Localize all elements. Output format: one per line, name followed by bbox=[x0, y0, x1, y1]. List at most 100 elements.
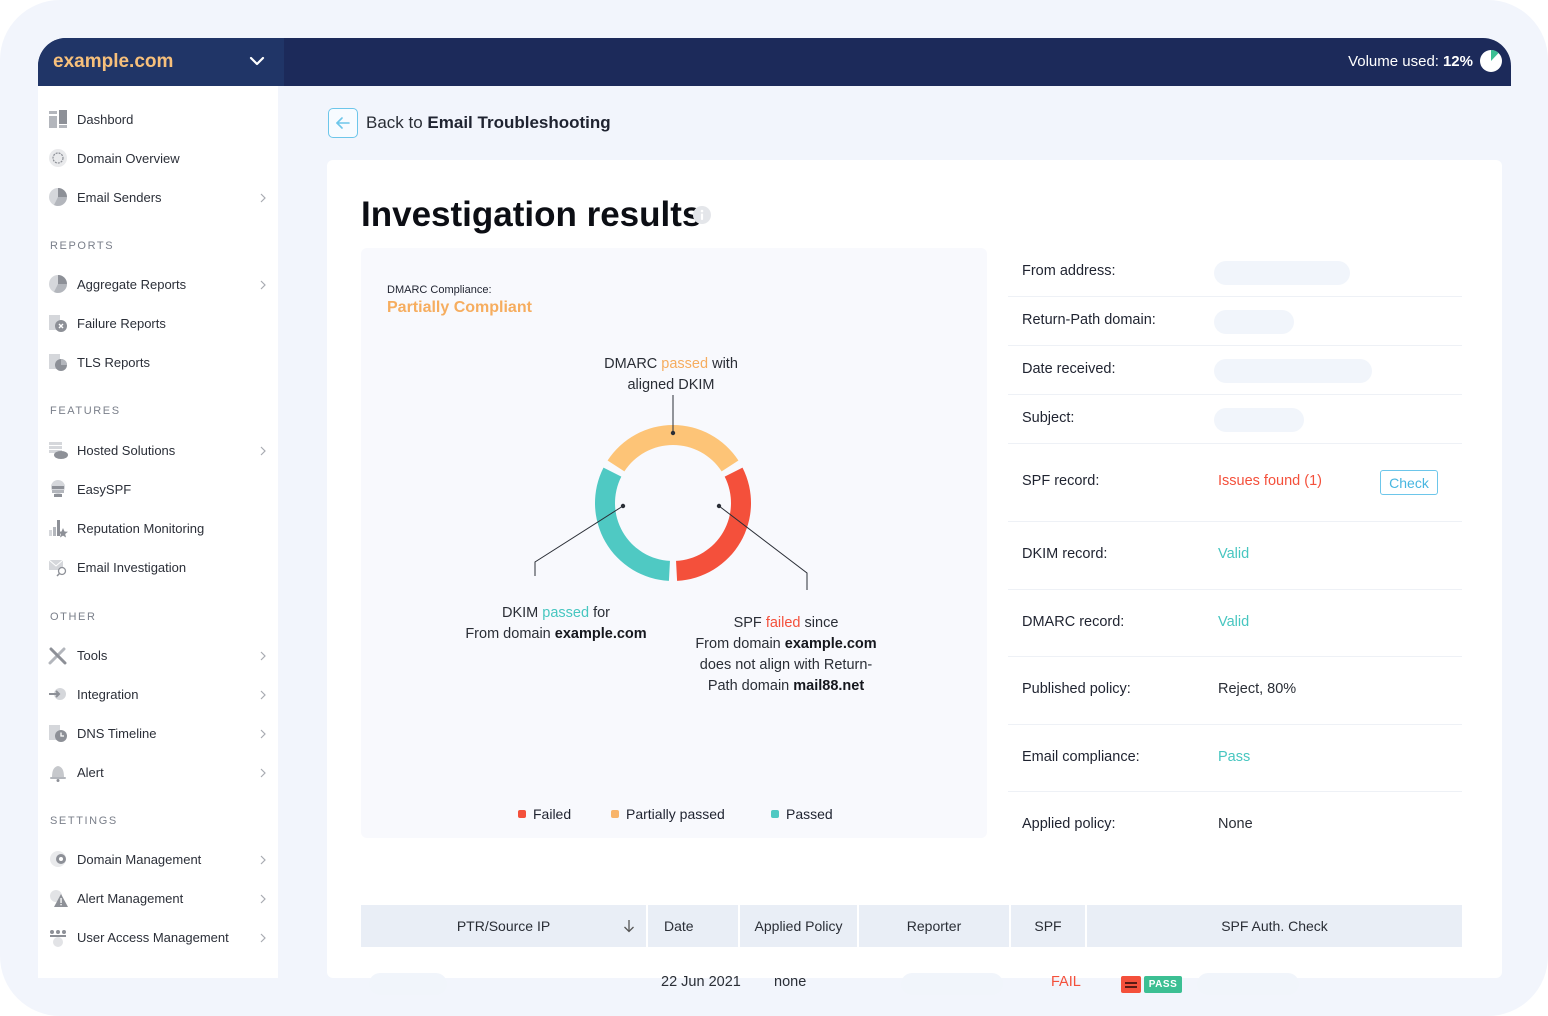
reputation-icon bbox=[48, 518, 68, 538]
sidebar-item-dashbord[interactable]: Dashbord bbox=[48, 104, 274, 134]
sidebar-item-user-access-management[interactable]: User Access Management bbox=[48, 922, 274, 952]
detail-value: Issues found (1) bbox=[1218, 473, 1322, 489]
detail-row-dkim-record: DKIM record: Valid bbox=[1008, 522, 1462, 590]
sidebar-item-reputation-monitoring[interactable]: Reputation Monitoring bbox=[48, 513, 274, 543]
spf-auth-badge: PASS bbox=[1144, 976, 1182, 993]
sidebar-item-alert[interactable]: Alert bbox=[48, 757, 274, 787]
dns-timeline-icon bbox=[48, 723, 68, 743]
sidebar-section-settings: SETTINGS bbox=[50, 815, 118, 827]
detail-value: None bbox=[1218, 816, 1253, 832]
sidebar-section-reports: REPORTS bbox=[50, 240, 115, 252]
cell-date: 22 Jun 2021 bbox=[661, 974, 741, 990]
bell-icon bbox=[48, 762, 68, 782]
column-header-reporter[interactable]: Reporter bbox=[859, 905, 1009, 947]
back-button[interactable] bbox=[328, 108, 358, 138]
redacted-value bbox=[1214, 407, 1304, 432]
sidebar-section-features: FEATURES bbox=[50, 405, 121, 417]
volume-label: Volume used: bbox=[1348, 52, 1439, 70]
legend-swatch bbox=[611, 810, 619, 818]
domain-selector[interactable]: example.com bbox=[38, 38, 284, 86]
column-header-spf-auth-check[interactable]: SPF Auth. Check bbox=[1087, 905, 1462, 947]
detail-row-spf-record: SPF record: Issues found (1) Check bbox=[1008, 444, 1462, 522]
column-header-spf[interactable]: SPF bbox=[1011, 905, 1085, 947]
spf-auth-redacted bbox=[1197, 973, 1299, 995]
results-card: Investigation results DMARC Compliance: … bbox=[327, 160, 1502, 995]
arrow-left-icon bbox=[336, 117, 350, 129]
volume-pie-icon bbox=[1480, 50, 1502, 72]
spf-equal-icon bbox=[1121, 976, 1141, 993]
column-header-applied-policy[interactable]: Applied Policy bbox=[740, 905, 857, 947]
integration-icon bbox=[48, 684, 68, 704]
compliance-chart-panel: DMARC Compliance: Partially Compliant DM… bbox=[361, 248, 987, 838]
donut-segment-passed bbox=[595, 467, 670, 581]
sidebar-item-tools[interactable]: Tools bbox=[48, 640, 274, 670]
back-link[interactable]: Back to Email Troubleshooting bbox=[366, 113, 611, 133]
sidebar-item-label: Alert bbox=[77, 764, 104, 780]
easyspf-icon bbox=[48, 479, 68, 499]
table-header: PTR/Source IP Date Applied Policy Report… bbox=[361, 905, 1462, 947]
chevron-right-icon bbox=[258, 931, 268, 943]
legend-item-passed: Passed bbox=[771, 806, 833, 822]
back-prefix: Back to bbox=[366, 113, 428, 132]
chevron-right-icon bbox=[258, 688, 268, 700]
detail-row-from-address: From address: bbox=[1008, 248, 1462, 297]
sidebar-item-failure-reports[interactable]: Failure Reports bbox=[48, 308, 274, 338]
tools-icon bbox=[48, 645, 68, 665]
check-button[interactable]: Check bbox=[1380, 470, 1438, 495]
detail-label: Email compliance: bbox=[1022, 748, 1140, 765]
sidebar-item-domain-overview[interactable]: Domain Overview bbox=[48, 143, 274, 173]
pie-chart-icon bbox=[48, 187, 68, 207]
sidebar-item-hosted-solutions[interactable]: Hosted Solutions bbox=[48, 435, 274, 465]
cell-applied-policy: none bbox=[774, 974, 807, 990]
volume-value: 12% bbox=[1442, 52, 1473, 70]
sidebar-item-dns-timeline[interactable]: DNS Timeline bbox=[48, 718, 274, 748]
top-bar: example.com Volume used: 12% bbox=[38, 38, 1511, 86]
sidebar-item-label: Domain Overview bbox=[77, 150, 180, 166]
detail-label: Subject: bbox=[1022, 409, 1075, 426]
column-header-date[interactable]: Date bbox=[648, 905, 738, 947]
chevron-right-icon bbox=[258, 278, 268, 290]
redacted-value bbox=[1214, 260, 1350, 285]
legend-item-partially-passed: Partially passed bbox=[611, 806, 725, 822]
sidebar-item-alert-management[interactable]: Alert Management bbox=[48, 883, 274, 913]
detail-label: SPF record: bbox=[1022, 473, 1100, 489]
sidebar-item-label: Alert Management bbox=[77, 890, 184, 906]
page-title: Investigation results bbox=[361, 195, 702, 234]
detail-label: From address: bbox=[1022, 262, 1116, 279]
domain-gear-icon bbox=[48, 849, 68, 869]
reporter-redacted bbox=[901, 973, 1003, 995]
sort-down-icon[interactable] bbox=[622, 918, 636, 934]
detail-row-dmarc-record: DMARC record: Valid bbox=[1008, 590, 1462, 657]
info-icon[interactable] bbox=[693, 206, 711, 224]
sidebar-item-label: Failure Reports bbox=[77, 315, 166, 331]
column-header-ptr[interactable]: PTR/Source IP bbox=[361, 905, 646, 947]
sidebar-item-label: EasySPF bbox=[77, 481, 132, 497]
sidebar-item-email-senders[interactable]: Email Senders bbox=[48, 182, 274, 212]
detail-value: Valid bbox=[1218, 613, 1250, 630]
redacted-value bbox=[1214, 309, 1294, 334]
sidebar-item-label: Domain Management bbox=[77, 851, 202, 867]
legend-swatch bbox=[518, 810, 526, 818]
annotation-dkim: DKIM passed for From domain example.com bbox=[465, 605, 647, 642]
chevron-right-icon bbox=[258, 444, 268, 456]
detail-row-email-compliance: Email compliance: Pass bbox=[1008, 725, 1462, 792]
donut-chart bbox=[534, 395, 808, 590]
sidebar-item-label: User Access Management bbox=[77, 929, 229, 945]
detail-value: Reject, 80% bbox=[1218, 681, 1297, 697]
detail-label: Return-Path domain: bbox=[1022, 311, 1156, 328]
leader-line-spf-dot bbox=[716, 503, 722, 509]
sidebar-item-easyspf[interactable]: EasySPF bbox=[48, 474, 274, 504]
sidebar-item-tls-reports[interactable]: TLS Reports bbox=[48, 347, 274, 377]
sidebar-item-integration[interactable]: Integration bbox=[48, 679, 274, 709]
report-tls-icon bbox=[48, 352, 68, 372]
sidebar-item-label: Hosted Solutions bbox=[77, 442, 176, 458]
sidebar-item-email-investigation[interactable]: Email Investigation bbox=[48, 552, 274, 582]
sidebar-item-label: Aggregate Reports bbox=[77, 276, 187, 292]
sidebar-item-domain-management[interactable]: Domain Management bbox=[48, 844, 274, 874]
cell-spf: FAIL bbox=[1051, 974, 1081, 990]
chevron-right-icon bbox=[258, 191, 268, 203]
chevron-right-icon bbox=[258, 727, 268, 739]
detail-row-date-received: Date received: bbox=[1008, 346, 1462, 395]
detail-row-subject: Subject: bbox=[1008, 395, 1462, 444]
sidebar-item-aggregate-reports[interactable]: Aggregate Reports bbox=[48, 269, 274, 299]
